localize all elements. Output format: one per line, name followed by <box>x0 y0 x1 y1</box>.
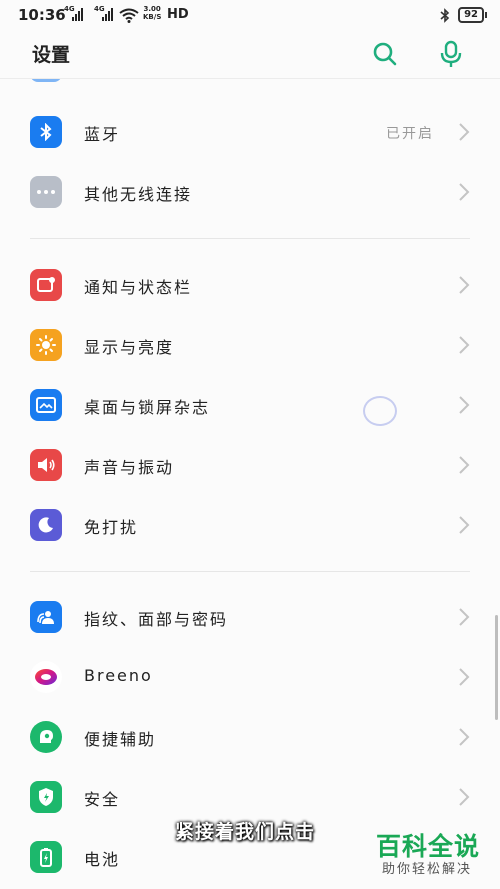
more-dots-icon <box>30 176 62 208</box>
settings-item-breeno[interactable]: Breeno <box>0 647 500 707</box>
signal-icon-sim1: 4G <box>64 5 86 21</box>
watermark-subtitle: 助你轻松解决 <box>382 862 473 877</box>
chevron-right-icon <box>459 788 470 806</box>
settings-item-label: 显示与亮度 <box>84 338 175 357</box>
settings-item-notifications[interactable]: 通知与状态栏 <box>0 255 500 315</box>
network-speed: 3.00 KB/S <box>143 5 162 21</box>
settings-item-label: Breeno <box>84 666 153 685</box>
settings-item-fingerprint-face-password[interactable]: 指纹、面部与密码 <box>0 587 500 647</box>
settings-item-convenience-assist[interactable]: 便捷辅助 <box>0 707 500 767</box>
bluetooth-status-value: 已开启 <box>386 126 434 142</box>
settings-item-display[interactable]: 显示与亮度 <box>0 315 500 375</box>
settings-item-label: 电池 <box>84 850 121 869</box>
brightness-icon <box>30 329 62 361</box>
wallpaper-icon <box>30 389 62 421</box>
scrollbar[interactable] <box>495 615 498 720</box>
settings-item-label: 便捷辅助 <box>84 730 157 749</box>
status-bar: 10:36 4G 4G 3.00 KB/S HD 92 <box>0 0 500 30</box>
chevron-right-icon <box>459 456 470 474</box>
chevron-right-icon <box>459 608 470 626</box>
search-icon[interactable] <box>370 39 400 69</box>
settings-item-other-wireless[interactable]: 其他无线连接 <box>0 162 500 222</box>
chevron-right-icon <box>459 396 470 414</box>
wifi-icon <box>119 8 139 23</box>
chevron-right-icon <box>459 668 470 686</box>
bluetooth-icon <box>30 116 62 148</box>
chevron-right-icon <box>459 276 470 294</box>
assist-icon <box>30 721 62 753</box>
status-time: 10:36 <box>18 6 66 24</box>
touch-indicator <box>363 396 397 426</box>
settings-item-label: 蓝牙 <box>84 125 121 144</box>
page-title: 设置 <box>32 44 71 66</box>
settings-item-sound[interactable]: 声音与振动 <box>0 435 500 495</box>
bluetooth-status-icon <box>440 7 450 23</box>
settings-item-bluetooth[interactable]: 蓝牙 已开启 <box>0 102 500 162</box>
speaker-icon <box>30 449 62 481</box>
battery-indicator: 92 <box>458 7 487 23</box>
settings-item-label: 免打扰 <box>84 518 139 537</box>
chevron-right-icon <box>459 183 470 201</box>
section-divider <box>30 571 470 572</box>
notification-icon <box>30 269 62 301</box>
app-header: 设置 <box>0 30 500 78</box>
settings-item-label: 声音与振动 <box>84 458 175 477</box>
fingerprint-icon <box>30 601 62 633</box>
microphone-icon[interactable] <box>436 39 466 69</box>
settings-item-label: 通知与状态栏 <box>84 278 193 297</box>
chevron-right-icon <box>459 516 470 534</box>
shield-icon <box>30 781 62 813</box>
moon-icon <box>30 509 62 541</box>
hd-indicator: HD <box>167 7 189 22</box>
video-caption: 紧接着我们点击 <box>175 821 316 843</box>
settings-item-do-not-disturb[interactable]: 免打扰 <box>0 495 500 555</box>
chevron-right-icon <box>459 336 470 354</box>
settings-item-label: 桌面与锁屏杂志 <box>84 398 211 417</box>
settings-item-label: 安全 <box>84 790 121 809</box>
network-indicators: 4G 4G <box>64 5 116 21</box>
settings-item-label: 其他无线连接 <box>84 185 193 204</box>
chevron-right-icon <box>459 728 470 746</box>
chevron-right-icon <box>459 123 470 141</box>
section-divider <box>30 238 470 239</box>
settings-item-label: 指纹、面部与密码 <box>84 610 229 629</box>
battery-icon <box>30 841 62 873</box>
signal-icon-sim2: 4G <box>94 5 116 21</box>
settings-item-desktop-lockscreen[interactable]: 桌面与锁屏杂志 <box>0 375 500 435</box>
breeno-icon <box>30 661 62 693</box>
